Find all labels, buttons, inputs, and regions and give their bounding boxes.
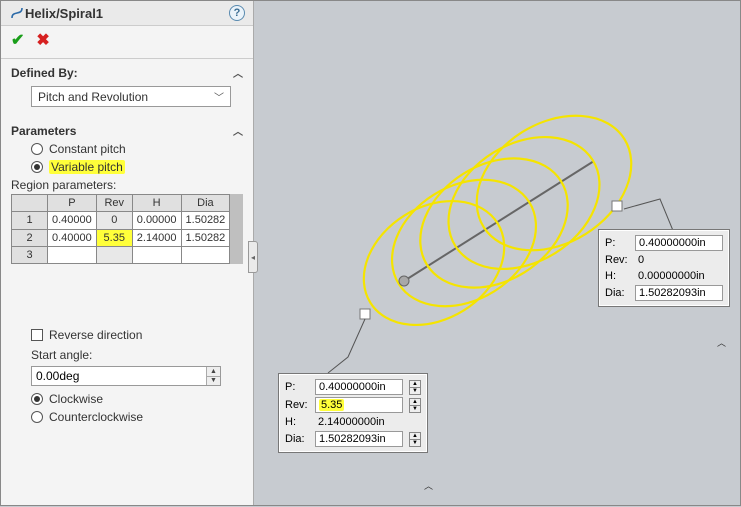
cancel-button[interactable]: ✖ [36,30,49,50]
ok-button[interactable]: ✔ [11,30,24,50]
chevron-up-icon[interactable]: ︿ [717,336,726,349]
callout-h-value: 2.14000000in [315,415,403,429]
panel-title: Helix/Spiral1 [25,6,229,21]
start-angle-field[interactable] [32,367,206,385]
counterclockwise-label: Counterclockwise [49,410,143,424]
constant-pitch-label: Constant pitch [49,142,126,156]
defined-by-label: Defined By: [11,66,78,80]
property-panel: Helix/Spiral1 ? ✔ ✖ Defined By: ︿ Pitch … [1,1,254,505]
reverse-direction-checkbox[interactable]: Reverse direction [1,324,253,346]
chevron-up-icon[interactable]: ︿ [424,479,433,492]
callout-rev-input[interactable]: 5.35 [315,397,403,413]
radio-icon [31,143,43,155]
radio-checked-icon [31,161,43,173]
constant-pitch-option[interactable]: Constant pitch [1,140,253,158]
counterclockwise-option[interactable]: Counterclockwise [1,408,253,426]
spin-down-icon[interactable]: ▼ [409,387,421,395]
radio-checked-icon [31,393,43,405]
chevron-up-icon: ︿ [233,123,243,138]
col-h: H [132,195,181,212]
defined-by-value: Pitch and Revolution [38,90,148,104]
graphics-viewport[interactable]: ◂ P:0.40000000in Rev:0 H:0.00000000in Di… [254,1,740,505]
region-parameters-label: Region parameters: [1,176,253,194]
callout-h-value: 0.00000000in [635,269,723,283]
help-icon[interactable]: ? [229,5,245,21]
callout-rev-value: 0 [635,253,723,267]
variable-pitch-label: Variable pitch [49,160,125,174]
callout-p-value[interactable]: 0.40000000in [635,235,723,251]
spin-down-icon[interactable]: ▼ [409,405,421,413]
defined-by-select[interactable]: Pitch and Revolution ﹀ [31,86,231,107]
start-angle-input[interactable]: ▲ ▼ [31,366,221,386]
table-empty-area [230,194,243,264]
callout-start-point: P:0.40000000in Rev:0 H:0.00000000in Dia:… [598,229,730,307]
table-row[interactable]: 3 [12,246,230,263]
clockwise-option[interactable]: Clockwise [1,390,253,408]
checkbox-icon [31,329,43,341]
parameters-header[interactable]: Parameters ︿ [1,117,253,140]
spin-down-icon[interactable]: ▼ [207,377,220,386]
radio-icon [31,411,43,423]
defined-by-header[interactable]: Defined By: ︿ [1,59,253,82]
clockwise-label: Clockwise [49,392,103,406]
chevron-down-icon: ﹀ [214,89,224,104]
callout-p-input[interactable]: 0.40000000in [315,379,403,395]
callout-dia-input[interactable]: 1.50282093in [315,431,403,447]
spin-up-icon[interactable]: ▲ [207,367,220,377]
col-p: P [48,195,97,212]
variable-pitch-option[interactable]: Variable pitch [1,158,253,176]
callout-end-point: P: 0.40000000in ▲▼ Rev: 5.35 ▲▼ H:2.1400… [278,373,428,453]
col-rev: Rev [96,195,132,212]
start-angle-label: Start angle: [1,346,253,364]
col-dia: Dia [181,195,230,212]
spin-down-icon[interactable]: ▼ [409,439,421,447]
callout-dia-value[interactable]: 1.50282093in [635,285,723,301]
helix-feature-icon [9,5,25,21]
table-row[interactable]: 1 0.40000 0 0.00000 1.50282 [12,212,230,229]
parameters-label: Parameters [11,124,76,138]
table-row[interactable]: 2 0.40000 5.35 2.14000 1.50282 [12,229,230,246]
region-parameters-table[interactable]: P Rev H Dia 1 0.40000 0 0.00000 1.50282 … [11,194,230,264]
reverse-direction-label: Reverse direction [49,328,142,342]
chevron-up-icon: ︿ [233,65,243,80]
